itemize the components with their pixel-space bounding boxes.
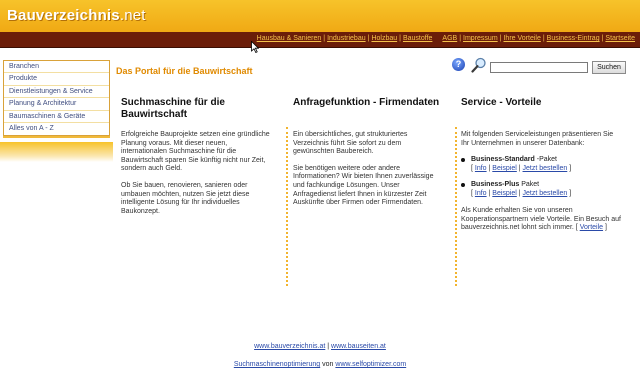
nav-link-holzbau[interactable]: Holzbau (371, 35, 397, 42)
jetzt-bestellen-link[interactable]: Jetzt bestellen (523, 190, 568, 197)
column-title: Suchmaschine für die Bauwirtschaft (121, 97, 225, 120)
logo-main-text: Bauverzeichnis (7, 7, 120, 24)
sidebar-item-dienstleistungen[interactable]: Dienstleistungen & Service (4, 86, 109, 99)
site-header: Bauverzeichnis.net (0, 0, 640, 32)
column-paragraph: Als Kunde erhalten Sie von unseren Koope… (461, 207, 621, 232)
nav-separator: | (367, 35, 370, 42)
column-suchmaschine: Suchmaschine für die Bauwirtschaft Erfol… (121, 97, 271, 216)
info-link[interactable]: Info (475, 165, 487, 172)
footer-links-row: www.bauverzeichnis.at | www.bauseiten.at (0, 343, 640, 350)
nav-separator: | (323, 35, 326, 42)
footer-von-text: von (320, 361, 336, 368)
beispiel-link[interactable]: Beispiel (492, 165, 517, 172)
help-icon[interactable]: ? (452, 58, 465, 71)
nav-link-baustoffe[interactable]: Baustoffe (403, 35, 432, 42)
info-link[interactable]: Info (475, 190, 487, 197)
nav-separator: | (399, 35, 401, 42)
package-links: [ Info | Beispiel | Jetzt bestellen ] (471, 165, 572, 173)
nav-link-hausbau[interactable]: Hausbau & Sanieren (257, 35, 322, 42)
sidebar-item-alles-a-z[interactable]: Alles von A - Z (4, 123, 109, 135)
package-name: Business-Standard (471, 156, 535, 164)
column-paragraph: Ein übersichtliches, gut strukturiertes … (293, 131, 408, 156)
portal-title: Das Portal für die Bauwirtschaft (116, 66, 253, 76)
sidebar-item-planung[interactable]: Planung & Architektur (4, 98, 109, 111)
column-paragraph: Erfolgreiche Bauprojekte setzen eine grü… (121, 131, 270, 173)
sidebar-item-baumaschinen[interactable]: Baumaschinen & Geräte (4, 111, 109, 123)
package-links: [ Info | Beispiel | Jetzt bestellen ] (471, 190, 572, 198)
package-name: Business-Plus (471, 181, 520, 189)
column-title: Anfragefunktion - Firmendaten (293, 97, 440, 108)
nav-link-ihre-vorteile[interactable]: Ihre Vorteile (503, 35, 540, 42)
nav-link-industriebau[interactable]: Industriebau (327, 35, 366, 42)
footer-link-seo[interactable]: Suchmaschinenoptimierung (234, 361, 320, 368)
sidebar-item-branchen[interactable]: Branchen (4, 61, 109, 74)
vorteile-link[interactable]: Vorteile (580, 224, 603, 231)
column-paragraph: Sie benötigen weitere oder andere Inform… (293, 164, 434, 207)
column-anfragefunktion: Anfragefunktion - Firmendaten Ein übersi… (293, 97, 443, 208)
nav-link-business-eintrag[interactable]: Business-Eintrag (547, 35, 600, 42)
package-suffix: Paket (519, 181, 540, 189)
site-logo[interactable]: Bauverzeichnis.net (7, 7, 146, 24)
nav-separator: | (459, 35, 462, 42)
mouse-cursor-icon (251, 41, 259, 53)
package-suffix: -Paket (534, 156, 557, 164)
nav-separator: | (601, 35, 604, 42)
magnifier-icon[interactable] (471, 57, 487, 73)
list-item: Business-Standard -Paket [ Info | Beispi… (461, 155, 621, 173)
footer-link-bauseiten[interactable]: www.bauseiten.at (331, 343, 386, 350)
logo-tld-text: .net (119, 7, 146, 24)
column-paragraph: Mit folgenden Serviceleistungen präsenti… (461, 131, 614, 147)
footer-link-selfoptimizer[interactable]: www.selfoptimizer.com (335, 361, 406, 368)
nav-link-startseite[interactable]: Startseite (605, 35, 635, 42)
column-paragraph: Ob Sie bauen, renovieren, sanieren oder … (121, 181, 250, 215)
nav-link-impressum[interactable]: Impressum (463, 35, 498, 42)
nav-separator: | (499, 35, 502, 42)
sidebar-shadow-gradient (0, 142, 113, 162)
search-input[interactable] (490, 62, 588, 73)
nav-separator: | (542, 35, 545, 42)
search-button[interactable]: Suchen (592, 61, 626, 74)
column-title: Service - Vorteile (461, 97, 542, 108)
nav-link-agb[interactable]: AGB (442, 35, 457, 42)
footer-credits-row: Suchmaschinenoptimierung von www.selfopt… (0, 361, 640, 368)
sidebar-menu: Branchen Produkte Dienstleistungen & Ser… (3, 60, 110, 137)
column-divider (286, 127, 288, 286)
column-divider (455, 127, 457, 286)
sidebar-item-produkte[interactable]: Produkte (4, 73, 109, 86)
footer-link-bauverzeichnis[interactable]: www.bauverzeichnis.at (254, 343, 325, 350)
column-service-vorteile: Service - Vorteile Mit folgenden Service… (461, 97, 621, 233)
list-item: Business-Plus Paket [ Info | Beispiel | … (461, 180, 621, 198)
jetzt-bestellen-link[interactable]: Jetzt bestellen (523, 165, 568, 172)
beispiel-link[interactable]: Beispiel (492, 190, 517, 197)
top-navigation-bar: Hausbau & Sanieren | Industriebau | Holzba… (0, 32, 640, 48)
top-nav-links: Hausbau & Sanieren | Industriebau | Holzba… (257, 35, 635, 42)
